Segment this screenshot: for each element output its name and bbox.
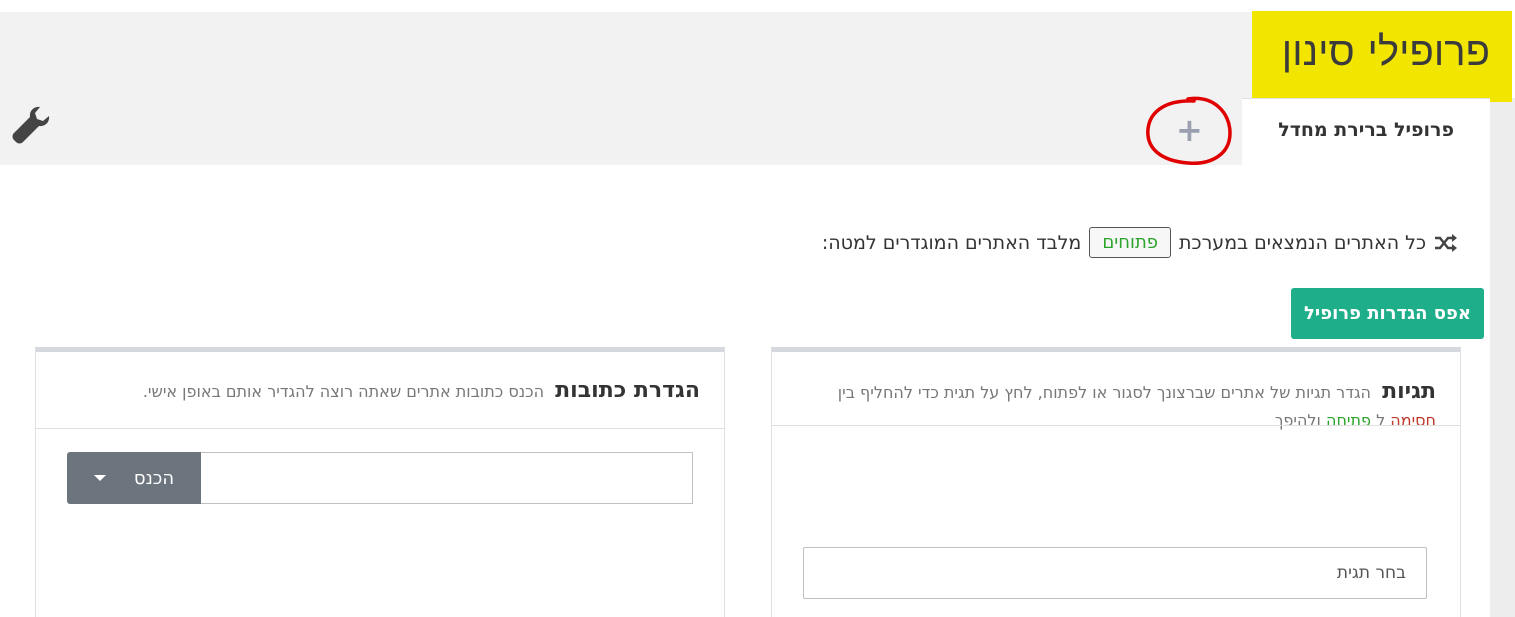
vice-versa-word: ולהיפך — [1274, 411, 1321, 430]
right-scroll-strip — [1490, 98, 1515, 617]
statement-suffix: מלבד האתרים המוגדרים למטה: — [821, 231, 1082, 254]
address-description: הכנס כתובות אתרים שאתה רוצה להגדיר אותם … — [142, 382, 545, 401]
tags-panel-header: תגיות הגדר תגיות של אתרים שברצונך לסגור … — [796, 378, 1436, 435]
tags-description: הגדר תגיות של אתרים שברצונך לסגור או לפת… — [837, 383, 1371, 402]
filter-statement: כל האתרים הנמצאים במערכת פתוחים מלבד האת… — [822, 227, 1458, 258]
wrench-icon[interactable] — [10, 104, 52, 146]
divider — [36, 428, 724, 429]
tag-select[interactable]: בחר תגית — [803, 547, 1427, 599]
to-word: ל — [1376, 411, 1386, 430]
shuffle-icon — [1434, 233, 1458, 253]
address-panel: הגדרת כתובות הכנס כתובות אתרים שאתה רוצה… — [35, 347, 725, 617]
open-word: פתיחה — [1325, 411, 1371, 430]
statement-prefix: כל האתרים הנמצאים במערכת — [1179, 231, 1426, 254]
address-input[interactable] — [201, 452, 693, 504]
address-title: הגדרת כתובות — [555, 378, 700, 403]
caret-down-icon — [93, 475, 106, 481]
tags-panel: תגיות הגדר תגיות של אתרים שברצונך לסגור … — [771, 347, 1461, 617]
enter-dropdown-button[interactable]: הכנס — [67, 452, 201, 504]
address-panel-header: הגדרת כתובות הכנס כתובות אתרים שאתה רוצה… — [40, 378, 700, 403]
block-word: חסימה — [1390, 411, 1436, 430]
open-mode-button[interactable]: פתוחים — [1089, 227, 1172, 258]
divider — [772, 425, 1460, 426]
add-profile-button[interactable]: + — [1144, 95, 1232, 167]
page-title: פרופילי סינון — [1252, 11, 1512, 102]
address-input-group: הכנס — [67, 452, 693, 504]
tags-title: תגיות — [1382, 379, 1436, 404]
tag-select-placeholder: בחר תגית — [1336, 563, 1406, 583]
reset-profile-button[interactable]: אפס הגדרות פרופיל — [1291, 288, 1484, 339]
plus-icon: + — [1176, 111, 1203, 149]
tab-label: פרופיל ברירת מחדל — [1278, 119, 1454, 141]
enter-label: הכנס — [133, 467, 175, 489]
page-title-text: פרופילי סינון — [1281, 29, 1490, 75]
tab-default-profile[interactable]: פרופיל ברירת מחדל — [1242, 98, 1490, 165]
